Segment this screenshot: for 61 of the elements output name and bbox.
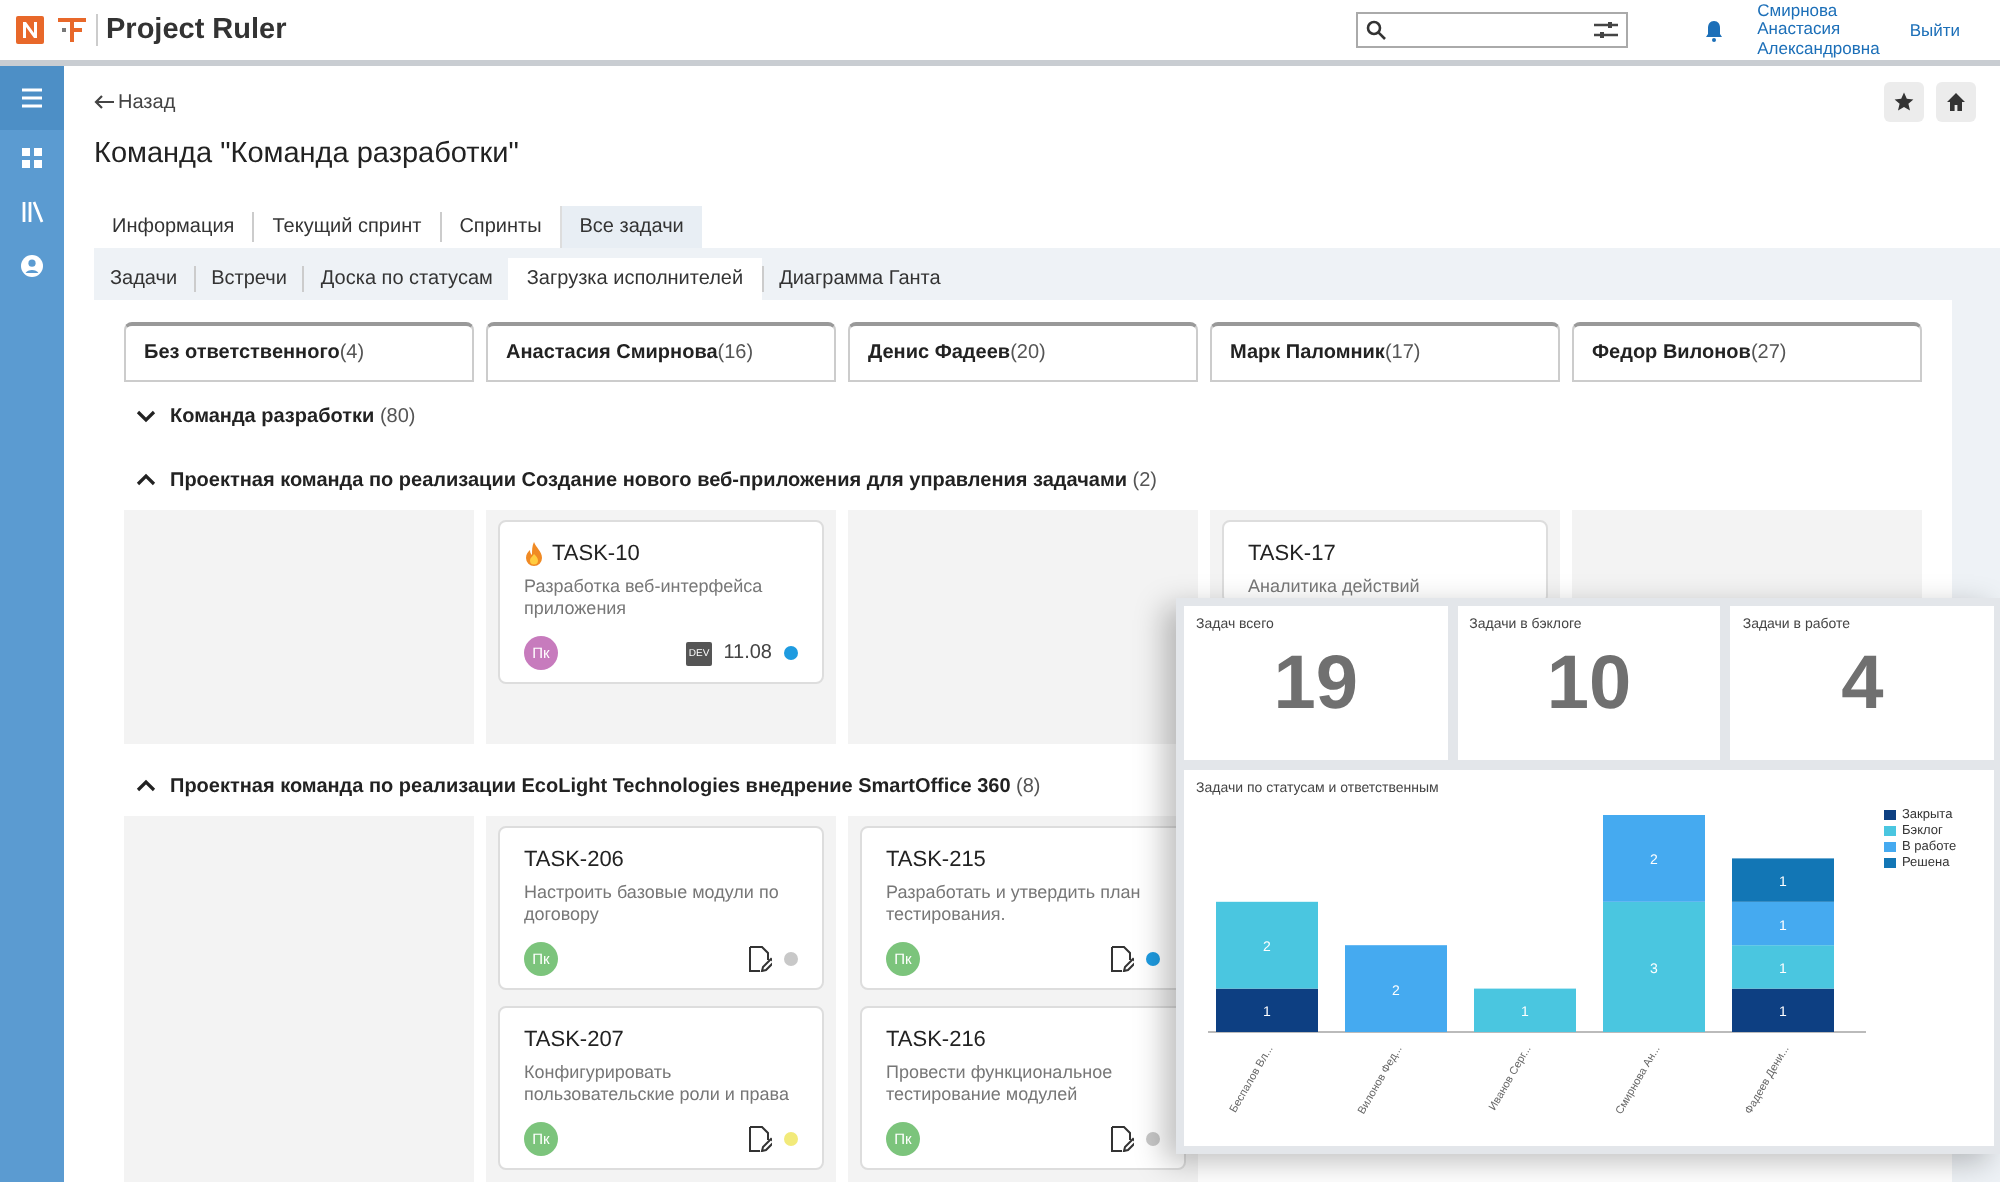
ruler-icon: [56, 14, 88, 46]
task-id: TASK-215: [886, 848, 986, 872]
tab[interactable]: Загрузка исполнителей: [508, 258, 762, 300]
tab[interactable]: Встречи: [193, 266, 303, 292]
arrow-left-icon: [94, 94, 114, 110]
chevron-icon[interactable]: [136, 472, 156, 488]
logout-link[interactable]: Выйти: [1909, 20, 1960, 40]
assignee-header[interactable]: Федор Вилонов(27): [1572, 322, 1922, 382]
search-field[interactable]: [1355, 12, 1628, 48]
assignee-header[interactable]: Денис Фадеев(20): [848, 322, 1198, 382]
task-description: Разработка веб-интерфейса приложения: [524, 576, 765, 618]
app-name: Project Ruler: [96, 14, 287, 46]
user-name[interactable]: Смирнова Анастасия Александровна: [1757, 1, 1880, 59]
bar: [1732, 901, 1834, 946]
stat-value: 10: [1544, 640, 1634, 728]
task-id: TASK-10: [552, 542, 640, 566]
task-card[interactable]: TASK-17 Аналитика действий: [1222, 520, 1548, 603]
assignee-header[interactable]: Анастасия Смирнова(16): [486, 322, 836, 382]
bell-icon[interactable]: [1703, 19, 1724, 41]
bar: [1732, 988, 1834, 1032]
group-title: Проектная команда по реализации Создание нового веб-приложения для управления задачами (2): [170, 469, 1157, 491]
chevron-icon[interactable]: [136, 778, 156, 794]
tab[interactable]: Диаграмма Ганта: [761, 266, 957, 292]
back-link[interactable]: Назад: [94, 91, 1884, 113]
logo-icon: [16, 16, 44, 44]
task-description: Разработать и утвердить план тестирования.: [886, 882, 1143, 924]
home-button[interactable]: [1936, 82, 1976, 122]
group-title: Команда разработки (80): [170, 405, 416, 427]
menu-icon[interactable]: [20, 86, 44, 110]
user-icon[interactable]: [20, 253, 44, 277]
stat-value: 19: [1271, 640, 1360, 728]
task-id: TASK-216: [886, 1028, 986, 1052]
assignee-header[interactable]: Марк Паломник(17): [1210, 322, 1560, 382]
home-icon: [1946, 92, 1966, 112]
stat-value: 4: [1839, 640, 1886, 728]
task-description: Аналитика действий: [1248, 576, 1422, 597]
star-icon: [1894, 92, 1914, 112]
task-id: TASK-207: [524, 1028, 624, 1052]
task-description: Провести функциональное тестирование модулей: [886, 1062, 1115, 1104]
tab[interactable]: Информация: [94, 206, 253, 248]
assignee-header[interactable]: Без ответственного(4): [124, 322, 474, 382]
bar: [1732, 858, 1834, 902]
task-description: Настроить базовые модули по договору: [524, 882, 781, 924]
due-date: 11.08: [723, 642, 772, 664]
tab[interactable]: Текущий спринт: [252, 212, 440, 242]
chevron-icon[interactable]: [136, 408, 156, 424]
tab[interactable]: Все задачи: [559, 206, 702, 248]
bar: [1732, 945, 1834, 989]
group-title: Проектная команда по реализации EcoLight Technologies внедрение SmartOffice 360 (8): [170, 775, 1041, 797]
tab[interactable]: Задачи: [94, 258, 194, 300]
task-id: TASK-206: [524, 848, 624, 872]
bar: [1345, 945, 1447, 1032]
filter-icon: [1593, 20, 1618, 40]
task-id: TASK-17: [1248, 542, 1336, 566]
library-icon[interactable]: [20, 199, 44, 223]
page-title: Команда "Команда разработки": [94, 136, 521, 174]
task-description: Конфигурировать пользовательские роли и права: [524, 1062, 791, 1104]
grid-icon[interactable]: [20, 145, 44, 169]
favorite-button[interactable]: [1884, 82, 1924, 122]
bar: [1474, 988, 1576, 1032]
search-icon: [1365, 20, 1386, 40]
